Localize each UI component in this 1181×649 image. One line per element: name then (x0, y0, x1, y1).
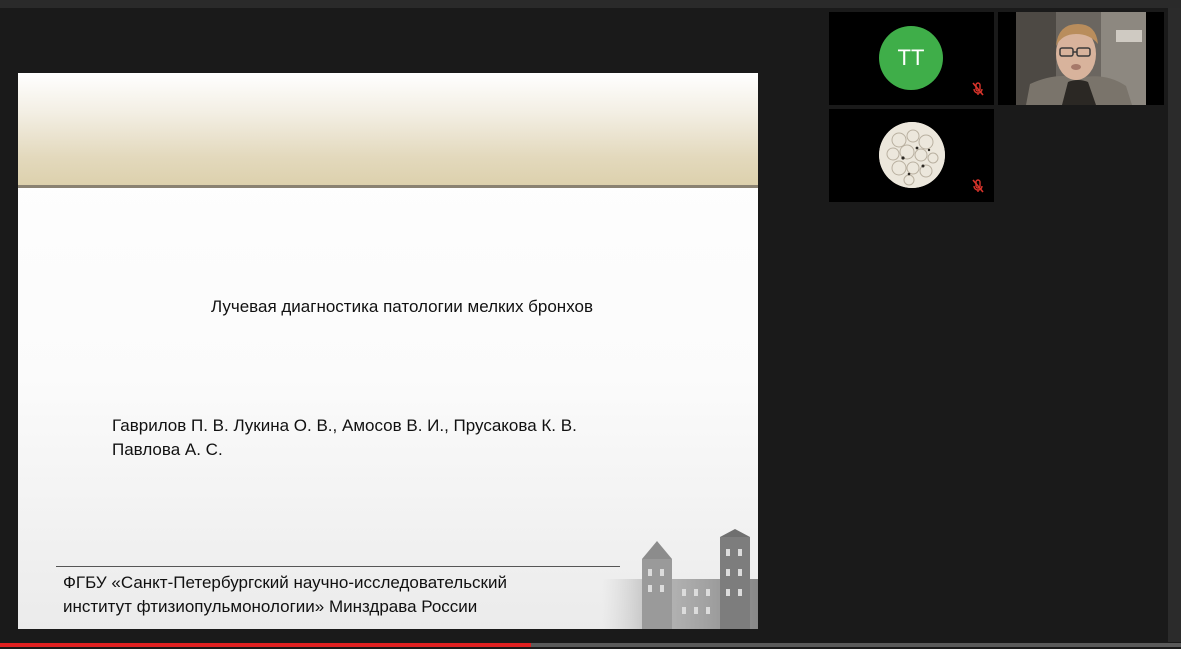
top-bar (0, 0, 1181, 8)
slide-authors-line-2: Павлова А. С. (112, 440, 223, 459)
slide-authors: Гаврилов П. В. Лукина О. В., Амосов В. И… (112, 414, 672, 462)
participant-tile-tt[interactable]: TT (829, 12, 994, 105)
avatar: TT (879, 26, 943, 90)
slide-header-divider (18, 185, 758, 188)
building-illustration (602, 529, 758, 629)
cell-pattern-icon (879, 122, 945, 188)
slide-authors-line-1: Гаврилов П. В. Лукина О. В., Амосов В. И… (112, 416, 577, 435)
camera-feed (1016, 12, 1146, 105)
slide-title: Лучевая диагностика патологии мелких бро… (211, 297, 593, 316)
slide-org-line-2: институт фтизиопульмонологии» Минздрава … (63, 597, 478, 616)
video-progress-fill (0, 643, 532, 647)
participant-tile-image[interactable] (829, 109, 994, 202)
slide-org-line-1: ФГБУ «Санкт-Петербургский научно-исследо… (63, 573, 507, 592)
mic-muted-icon (972, 82, 984, 96)
slide-footer-divider (56, 566, 620, 567)
slide-organization: ФГБУ «Санкт-Петербургский научно-исследо… (63, 571, 603, 619)
video-progress-bar[interactable] (0, 643, 1181, 647)
participant-tile-camera[interactable] (998, 12, 1164, 105)
avatar (879, 122, 945, 188)
right-edge-strip (1168, 8, 1181, 642)
slide-header-band (18, 73, 758, 185)
shared-slide: Лучевая диагностика патологии мелких бро… (18, 73, 758, 629)
mic-muted-icon (972, 179, 984, 193)
